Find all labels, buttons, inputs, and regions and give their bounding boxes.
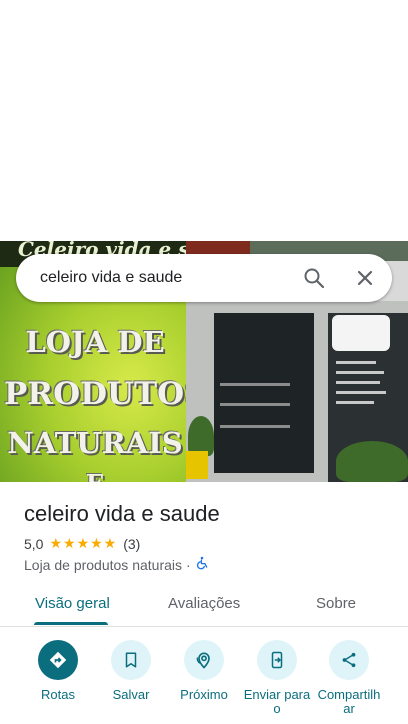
wheelchair-icon[interactable]	[195, 556, 209, 573]
sign-line	[336, 391, 386, 394]
nearby-icon[interactable]	[184, 640, 224, 680]
star-rating-icon: ★★★★★	[49, 535, 118, 551]
close-icon[interactable]	[353, 266, 377, 290]
send-to-phone-button[interactable]: Enviar para o	[242, 640, 312, 716]
bookmark-icon[interactable]	[111, 640, 151, 680]
rating-value: 5,0	[24, 535, 44, 552]
sign-line	[336, 361, 376, 364]
nearby-label: Próximo	[180, 687, 228, 702]
place-category-row: Loja de produtos naturais ·	[24, 556, 209, 573]
directions-icon[interactable]	[38, 640, 78, 680]
sign-line	[336, 401, 374, 404]
store-shelf	[220, 383, 290, 386]
review-count[interactable]: (3)	[123, 536, 140, 552]
save-label: Salvar	[112, 687, 150, 702]
store-awning	[186, 241, 250, 255]
place-title: celeiro vida e saude	[24, 501, 220, 526]
share-label: Compartilhar	[317, 687, 381, 716]
nearby-button[interactable]: Próximo	[169, 640, 239, 702]
plant	[188, 416, 214, 456]
store-sign	[332, 315, 390, 351]
action-bar: Rotas Salvar Próximo Enviar para o Compa…	[0, 640, 408, 724]
plant	[336, 441, 408, 482]
share-icon[interactable]	[329, 640, 369, 680]
tab-overview[interactable]: Visão geral	[35, 595, 110, 612]
sign-line	[336, 371, 384, 374]
directions-label: Rotas	[41, 687, 75, 702]
place-category: Loja de produtos naturais	[24, 556, 182, 573]
photo-text-line: E	[4, 469, 186, 482]
search-bar[interactable]: celeiro vida e saude	[16, 254, 392, 302]
place-tabs: Visão geral Avaliações Sobre	[0, 584, 408, 627]
store-door	[214, 313, 314, 473]
share-button[interactable]: Compartilhar	[314, 640, 384, 716]
search-icon[interactable]	[302, 266, 326, 290]
send-to-phone-icon[interactable]	[257, 640, 297, 680]
photo-text-line: PRODUTOS	[4, 376, 207, 412]
directions-button[interactable]: Rotas	[23, 640, 93, 702]
separator: ·	[186, 556, 191, 573]
tab-reviews[interactable]: Avaliações	[168, 595, 240, 612]
sign-line	[336, 381, 380, 384]
search-input[interactable]: celeiro vida e saude	[40, 269, 182, 287]
photo-text-line: LOJA DE	[25, 325, 165, 359]
photo-text-line: NATURAIS	[7, 426, 183, 460]
rating-row[interactable]: 5,0 ★★★★★ (3)	[24, 535, 140, 552]
store-shelf	[220, 403, 290, 406]
send-to-phone-label: Enviar para o	[243, 687, 311, 716]
save-button[interactable]: Salvar	[96, 640, 166, 702]
tab-about[interactable]: Sobre	[316, 595, 356, 612]
tab-active-indicator	[34, 622, 108, 625]
store-shelf	[220, 425, 290, 428]
plant-pot	[186, 451, 208, 479]
